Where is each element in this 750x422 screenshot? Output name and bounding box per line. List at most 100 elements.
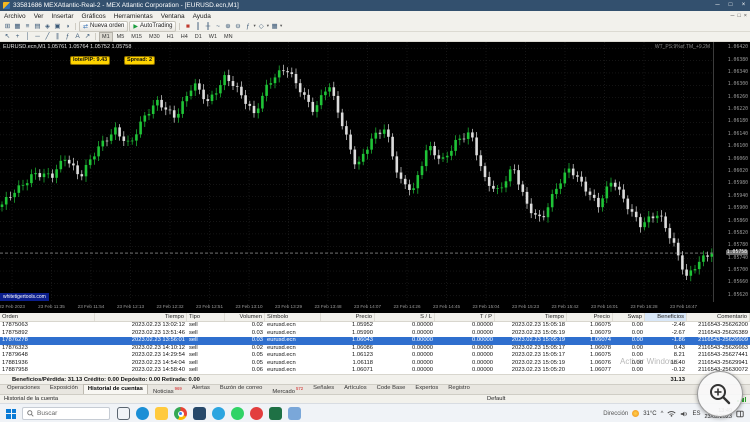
column-header-tipo[interactable]: Tipo bbox=[187, 313, 225, 321]
tab-buz-n-de-correo[interactable]: Buzón de correo bbox=[215, 383, 268, 394]
column-header-comentario[interactable]: Comentario bbox=[687, 313, 750, 321]
toolbox-icon[interactable]: ▣ bbox=[53, 22, 62, 31]
zoom-magnifier-overlay[interactable] bbox=[697, 371, 743, 417]
menu-ver[interactable]: Ver bbox=[30, 13, 48, 20]
candles-chart-icon[interactable]: ╫ bbox=[203, 22, 212, 31]
grid-dropdown-icon[interactable]: ▾ bbox=[280, 23, 282, 29]
timeframe-h1[interactable]: H1 bbox=[164, 32, 177, 42]
table-row[interactable]: 17876323 2023.02.23 14:10:12 sell 0.02 eurus… bbox=[0, 345, 750, 353]
table-row[interactable]: 17881936 2023.02.23 14:54:04 sell 0.05 eurus… bbox=[0, 360, 750, 368]
grid-icon[interactable]: ▦ bbox=[270, 22, 279, 31]
strategy-tester-icon[interactable]: ◑ bbox=[63, 22, 72, 31]
notepad-icon[interactable] bbox=[288, 407, 301, 420]
text-icon[interactable]: A bbox=[73, 32, 82, 41]
zoom-out-icon[interactable]: ⊖ bbox=[233, 22, 242, 31]
indicators-dropdown-icon[interactable]: ▾ bbox=[253, 23, 255, 29]
menu-insertar[interactable]: Insertar bbox=[47, 13, 77, 20]
chrome-icon[interactable] bbox=[174, 407, 187, 420]
excel-icon[interactable] bbox=[269, 407, 282, 420]
menu-gráficos[interactable]: Gráficos bbox=[78, 13, 110, 20]
column-header-swap[interactable]: Swap bbox=[613, 313, 645, 321]
file-explorer-icon[interactable] bbox=[155, 407, 168, 420]
tab-art-culos[interactable]: Artículos bbox=[339, 383, 372, 394]
child-restore-button[interactable]: □ bbox=[737, 13, 740, 19]
navigator-icon[interactable]: ◈ bbox=[43, 22, 52, 31]
whatsapp-icon[interactable] bbox=[231, 407, 244, 420]
table-row[interactable]: 17879648 2023.02.23 14:29:54 sell 0.05 eurus… bbox=[0, 352, 750, 360]
column-header-orden[interactable]: Orden bbox=[0, 313, 95, 321]
maximize-button[interactable]: □ bbox=[724, 0, 737, 11]
trendline-icon[interactable]: ╱ bbox=[43, 32, 52, 41]
table-row[interactable]: 17876278 2023.02.23 13:56:01 sell 0.03 eurus… bbox=[0, 337, 750, 345]
timeframe-w1[interactable]: W1 bbox=[206, 32, 220, 42]
task-view-icon[interactable] bbox=[117, 407, 130, 420]
timeframe-h4[interactable]: H4 bbox=[178, 32, 191, 42]
new-order-button[interactable]: ⇄ Nueva orden bbox=[79, 20, 129, 32]
new-chart-icon[interactable]: ⊞ bbox=[3, 22, 12, 31]
data-window-icon[interactable]: ▤ bbox=[33, 22, 42, 31]
objects-dropdown-icon[interactable]: ▾ bbox=[267, 23, 269, 29]
objects-icon[interactable]: ◇ bbox=[257, 22, 266, 31]
price-chart[interactable]: 1.06420 1.06380 1.06340 1.06300 1.06260 1.062… bbox=[0, 42, 750, 302]
menu-herramientas[interactable]: Herramientas bbox=[110, 13, 157, 20]
fibonacci-icon[interactable]: ƒ bbox=[63, 32, 72, 41]
zoom-in-icon[interactable]: ⊕ bbox=[223, 22, 232, 31]
telegram-icon[interactable] bbox=[212, 407, 225, 420]
crosshair-icon[interactable]: + bbox=[13, 32, 22, 41]
timeframe-mn[interactable]: MN bbox=[221, 32, 236, 42]
timeframe-m15[interactable]: M15 bbox=[128, 32, 145, 42]
timeframe-m30[interactable]: M30 bbox=[146, 32, 163, 42]
close-button[interactable]: × bbox=[737, 0, 750, 11]
column-header-s-mbolo[interactable]: Símbolo bbox=[265, 313, 321, 321]
algo-stop-icon[interactable]: ■ bbox=[183, 22, 192, 31]
volume-icon[interactable] bbox=[680, 410, 688, 418]
channel-icon[interactable]: ∥ bbox=[53, 32, 62, 41]
tab-registro[interactable]: Registro bbox=[443, 383, 475, 394]
tab-mercado[interactable]: Mercado572 bbox=[267, 383, 308, 395]
language-indicator[interactable]: ES bbox=[692, 411, 700, 417]
cursor-icon[interactable]: ↖ bbox=[3, 32, 12, 41]
opera-icon[interactable] bbox=[250, 407, 263, 420]
child-minimize-button[interactable]: ─ bbox=[731, 13, 735, 19]
tray-expand-icon[interactable]: ^ bbox=[661, 411, 664, 417]
edge-icon[interactable] bbox=[136, 407, 149, 420]
tab-se-ales[interactable]: Señales bbox=[308, 383, 339, 394]
child-close-button[interactable]: × bbox=[744, 13, 747, 19]
direccion-toolbar[interactable]: Dirección bbox=[603, 411, 628, 417]
column-header-precio[interactable]: Precio bbox=[567, 313, 613, 321]
column-header-precio[interactable]: Precio bbox=[321, 313, 375, 321]
timeframe-d1[interactable]: D1 bbox=[192, 32, 205, 42]
menu-archivo[interactable]: Archivo bbox=[0, 13, 30, 20]
chart-profiles-icon[interactable]: ▦ bbox=[13, 22, 22, 31]
market-watch-icon[interactable]: ≡ bbox=[23, 22, 32, 31]
column-header-tiempo[interactable]: Tiempo bbox=[495, 313, 567, 321]
tab-noticias[interactable]: Noticias969 bbox=[148, 383, 187, 395]
tab-exposici-n[interactable]: Exposición bbox=[45, 383, 83, 394]
column-header-s-l[interactable]: S / L bbox=[375, 313, 435, 321]
search-input[interactable]: Buscar bbox=[22, 407, 110, 420]
bars-chart-icon[interactable]: ║ bbox=[193, 22, 202, 31]
vertical-line-icon[interactable]: │ bbox=[23, 32, 32, 41]
notifications-icon[interactable] bbox=[736, 410, 744, 418]
table-row[interactable]: 17875892 2023.02.23 13:51:46 sell 0.03 eurus… bbox=[0, 330, 750, 338]
autotrading-button[interactable]: ▶ AutoTrading bbox=[129, 20, 177, 32]
table-row[interactable]: 17875063 2023.02.23 13:02:12 sell 0.02 eurus… bbox=[0, 322, 750, 330]
arrows-icon[interactable]: ↗ bbox=[83, 32, 92, 41]
column-header-tiempo[interactable]: Tiempo bbox=[95, 313, 187, 321]
start-button[interactable] bbox=[6, 408, 16, 419]
tab-operaciones[interactable]: Operaciones bbox=[2, 383, 45, 394]
column-header-volumen[interactable]: Volumen bbox=[225, 313, 265, 321]
wifi-icon[interactable] bbox=[667, 410, 677, 417]
tab-alertas[interactable]: Alertas bbox=[187, 383, 215, 394]
horizontal-line-icon[interactable]: ─ bbox=[33, 32, 42, 41]
candlestick-plot[interactable] bbox=[0, 42, 714, 302]
menu-ventana[interactable]: Ventana bbox=[157, 13, 189, 20]
timeframe-m5[interactable]: M5 bbox=[114, 32, 128, 42]
metatrader-icon[interactable] bbox=[193, 407, 206, 420]
line-chart-icon[interactable]: ~ bbox=[213, 22, 222, 31]
indicators-icon[interactable]: ƒ bbox=[243, 22, 252, 31]
weather-icon[interactable] bbox=[632, 410, 640, 417]
minimize-button[interactable]: ─ bbox=[711, 0, 724, 11]
column-header-t-p[interactable]: T / P bbox=[435, 313, 495, 321]
timeframe-m1[interactable]: M1 bbox=[99, 31, 113, 42]
